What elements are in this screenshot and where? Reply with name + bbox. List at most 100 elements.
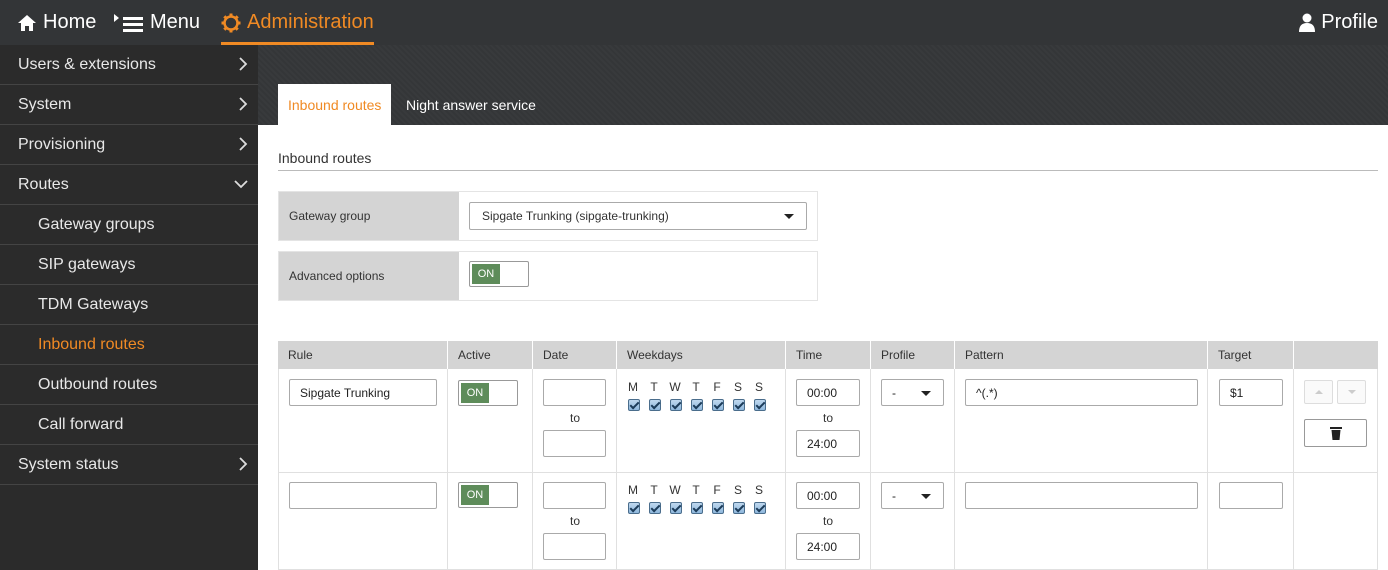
sidebar-item-sip-gateways[interactable]: SIP gateways [0,245,258,285]
date-from-input[interactable] [543,379,606,406]
column-divider [870,369,871,570]
weekday-label: M [628,380,638,394]
column-divider [1377,369,1378,570]
date-to-input[interactable] [543,533,606,560]
move-down-button[interactable] [1337,380,1366,404]
weekday-label: S [754,483,763,497]
menu-link[interactable]: Menu [114,0,200,45]
home-link[interactable]: Home [17,0,96,45]
weekday-checkbox[interactable] [712,502,724,514]
rule-input[interactable] [289,482,437,509]
weekday-checkbox[interactable] [754,502,766,514]
time-from-input[interactable]: 00:00 [796,482,860,509]
active-toggle[interactable]: ON [458,482,518,508]
weekday-checkbox[interactable] [670,502,682,514]
tab-inbound-routes[interactable]: Inbound routes [278,84,392,125]
weekday-checkbox[interactable] [670,399,682,411]
time-to-input[interactable]: 24:00 [796,430,860,457]
weekday-checkbox[interactable] [691,399,703,411]
active-toggle[interactable]: ON [458,380,518,406]
column-divider [954,369,955,570]
time-to-label: to [822,411,833,425]
profile-select[interactable]: - [881,482,944,509]
sidebar-item-label: SIP gateways [38,255,136,273]
sidebar-item-outbound-routes[interactable]: Outbound routes [0,365,258,405]
delete-button[interactable] [1304,419,1367,447]
weekday-checkbox[interactable] [628,399,640,411]
sidebar-item-call-forward[interactable]: Call forward [0,405,258,445]
column-header-rule: Rule [278,341,448,369]
column-divider [785,369,786,570]
chevron-right-icon [239,97,248,111]
date-to-input[interactable] [543,430,606,457]
pattern-input[interactable]: ^(.*) [965,379,1198,406]
sidebar-item-label: Users & extensions [18,55,156,73]
sidebar-item-tdm-gateways[interactable]: TDM Gateways [0,285,258,325]
sidebar-item-users-extensions[interactable]: Users & extensions [0,45,258,85]
target-input[interactable]: $1 [1219,379,1283,406]
weekday-checkbox[interactable] [649,502,661,514]
gateway-group-value: Sipgate Trunking (sipgate-trunking) [482,209,669,223]
gateway-group-select[interactable]: Sipgate Trunking (sipgate-trunking) [469,202,807,230]
arrow-down-icon [1348,390,1356,394]
date-to-label: to [569,514,580,528]
weekday-checkbox[interactable] [733,399,745,411]
chevron-right-icon [239,457,248,471]
sidebar-item-label: Provisioning [18,135,106,153]
sidebar-item-label: System [18,95,72,113]
weekday-checkbox[interactable] [712,399,724,411]
advanced-options-label: Advanced options [279,252,459,300]
column-header-pattern: Pattern [955,341,1208,369]
section-title: Inbound routes [278,150,372,166]
sidebar-item-system-status[interactable]: System status [0,445,258,485]
advanced-options-row: Advanced options ON [278,251,818,301]
column-header-date: Date [533,341,617,369]
weekday-label: T [692,380,700,394]
caret-down-icon [784,214,794,219]
sidebar-item-label: Inbound routes [38,335,145,353]
weekday-checkbox[interactable] [733,502,745,514]
top-navigation-bar: Home Menu Administration Profile [0,0,1388,45]
sidebar-item-provisioning[interactable]: Provisioning [0,125,258,165]
weekday-label: F [713,380,721,394]
target-input[interactable] [1219,482,1283,509]
caret-down-icon [921,391,931,396]
weekday-checkbox[interactable] [628,502,640,514]
weekday-checkbox[interactable] [649,399,661,411]
column-divider [1293,369,1294,570]
weekday-label: S [733,483,742,497]
toggle-on-label: ON [472,264,500,284]
rule-input[interactable]: Sipgate Trunking [289,379,437,406]
weekday-label: F [713,483,721,497]
arrow-up-icon [1315,390,1323,394]
advanced-options-toggle[interactable]: ON [469,261,529,287]
profile-link[interactable]: Profile [1299,0,1378,45]
home-label: Home [43,11,97,33]
sidebar-item-label: System status [18,455,119,473]
column-header-weekdays: Weekdays [617,341,786,369]
column-divider [1207,369,1208,570]
sidebar-item-system[interactable]: System [0,85,258,125]
move-up-button[interactable] [1304,380,1333,404]
gateway-group-label: Gateway group [279,192,459,240]
weekday-label: S [733,380,742,394]
sidebar-item-label: Outbound routes [38,375,158,393]
pattern-input[interactable] [965,482,1198,509]
column-header-active: Active [448,341,533,369]
sidebar: Users & extensions System Provisioning R… [0,45,258,570]
weekday-label: T [692,483,700,497]
row-divider [278,472,1378,473]
time-to-label: to [822,514,833,528]
tab-night-answer-service[interactable]: Night answer service [396,84,546,125]
toggle-on-label: ON [461,485,489,505]
sidebar-item-inbound-routes[interactable]: Inbound routes [0,325,258,365]
date-from-input[interactable] [543,482,606,509]
weekday-checkbox[interactable] [754,399,766,411]
sidebar-item-gateway-groups[interactable]: Gateway groups [0,205,258,245]
sidebar-item-routes[interactable]: Routes [0,165,258,205]
profile-select[interactable]: - [881,379,944,406]
weekday-checkbox[interactable] [691,502,703,514]
time-from-input[interactable]: 00:00 [796,379,860,406]
time-to-input[interactable]: 24:00 [796,533,860,560]
administration-link[interactable]: Administration [221,0,374,45]
